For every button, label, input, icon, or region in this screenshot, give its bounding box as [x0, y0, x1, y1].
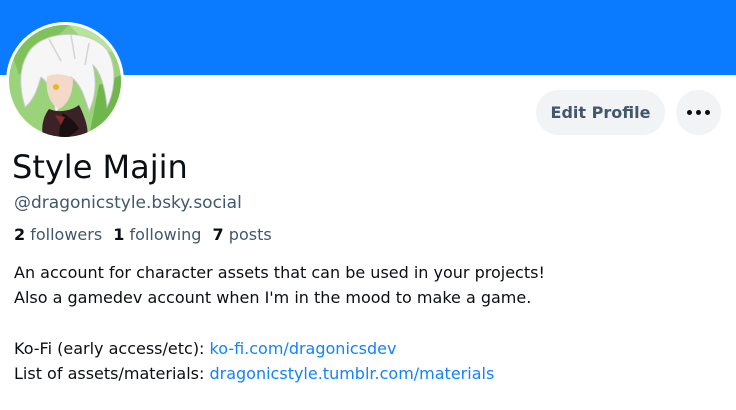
profile-stats: 2 followers 1 following 7 posts	[14, 223, 272, 247]
posts-label: posts	[228, 225, 272, 244]
avatar[interactable]	[6, 22, 124, 140]
followers-label: followers	[30, 225, 103, 244]
avatar-image	[9, 25, 121, 137]
bio-assets-line: List of assets/materials: dragonicstyle.…	[14, 361, 724, 386]
bio-line-2: Also a gamedev account when I'm in the m…	[14, 288, 532, 307]
following-label: following	[129, 225, 202, 244]
posts-stat: 7 posts	[213, 225, 272, 244]
assets-link[interactable]: dragonicstyle.tumblr.com/materials	[209, 364, 494, 383]
kofi-link[interactable]: ko-fi.com/dragonicsdev	[210, 339, 397, 358]
profile-bio: An account for character assets that can…	[14, 260, 724, 386]
bio-line-1: An account for character assets that can…	[14, 263, 545, 282]
followers-stat[interactable]: 2 followers	[14, 225, 102, 244]
display-name: Style Majin	[12, 148, 188, 186]
posts-count: 7	[212, 225, 224, 244]
more-options-button[interactable]	[676, 90, 721, 135]
assets-label: List of assets/materials:	[14, 364, 210, 383]
following-stat[interactable]: 1 following	[113, 225, 201, 244]
following-count: 1	[113, 225, 125, 244]
kofi-label: Ko-Fi (early access/etc):	[14, 339, 210, 358]
edit-profile-button[interactable]: Edit Profile	[536, 90, 665, 135]
user-handle: @dragonicstyle.bsky.social	[14, 193, 242, 213]
bio-kofi-line: Ko-Fi (early access/etc): ko-fi.com/drag…	[14, 336, 724, 361]
followers-count: 2	[14, 225, 26, 244]
ellipsis-icon	[687, 110, 710, 115]
